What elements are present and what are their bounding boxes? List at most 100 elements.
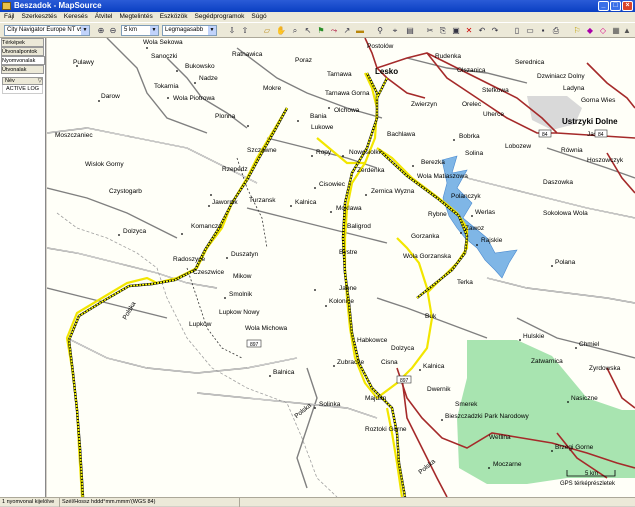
tab-maps[interactable]: Térképek (1, 38, 44, 47)
map-view[interactable]: Wola Sekowa Sanoczki Ratnawica Poraz Tar… (47, 38, 635, 497)
place-label: Szczawne (247, 147, 277, 154)
waypoint-flag-icon[interactable]: ⚐ (572, 26, 582, 36)
place-label: Komancza (191, 223, 222, 230)
zoom-tool-icon[interactable]: ⌕ (290, 26, 300, 36)
new-file-icon[interactable]: ▯ (512, 26, 522, 36)
place-label: Tarnawa Gorna (325, 90, 370, 97)
print-icon[interactable]: ⎙ (551, 26, 561, 36)
chevron-down-icon: ▼ (208, 26, 216, 35)
place-label: Nowosiolki (349, 149, 380, 156)
menu-help[interactable]: Súgó (251, 12, 266, 22)
place-label: Solina (465, 150, 483, 157)
place-label: Hoszowczyk (587, 157, 624, 164)
place-label: Berezka (421, 159, 445, 166)
delete-icon[interactable]: ✕ (464, 26, 474, 36)
place-label: Ustrzyki Dolne (562, 117, 618, 126)
receive-from-device-icon[interactable]: ⇩ (227, 26, 237, 36)
route-tool-icon[interactable]: ⤳ (329, 26, 339, 36)
map-product-value: City Navigator Europe NT v9 (7, 27, 84, 33)
open-file-icon[interactable]: ▭ (525, 26, 535, 36)
zoom-out-icon[interactable]: ⊖ (108, 26, 118, 36)
paste-icon[interactable]: ▣ (451, 26, 461, 36)
place-label: Wola Piotrowa (173, 95, 215, 102)
place-label: Uherce (483, 111, 504, 118)
place-label: Buk (425, 313, 437, 320)
place-label: Moszczaniec (55, 132, 93, 139)
place-label: Dzwiniacz Dolny (537, 73, 585, 80)
redo-icon[interactable]: ↷ (490, 26, 500, 36)
place-label: Balnica (273, 369, 295, 376)
place-label: Sanoczki (151, 53, 177, 60)
menu-view[interactable]: Megtelintés (119, 12, 152, 22)
detail-level-select[interactable]: Legmagasabb ▼ (162, 25, 217, 36)
place-label: Lesko (375, 67, 398, 76)
copy-icon[interactable]: ⎘ (438, 26, 448, 36)
map-overlay-icon[interactable]: ▦ (611, 26, 621, 36)
menu-transfer[interactable]: Átvitel (95, 12, 113, 22)
minimize-button[interactable]: _ (598, 1, 609, 11)
place-label: Nasiczne (571, 395, 598, 402)
place-label: Cisna (381, 359, 398, 366)
menu-utilities[interactable]: Segédprogramok (195, 12, 245, 22)
place-label: Werlas (475, 209, 496, 216)
binoculars-icon[interactable]: ⚲ (375, 26, 385, 36)
map-canvas[interactable]: Wola Sekowa Sanoczki Ratnawica Poraz Tar… (47, 38, 635, 497)
zoom-level-select[interactable]: 5 km ▼ (121, 25, 159, 36)
place-label: Gorzanka (411, 233, 440, 240)
place-label: Duszatyn (231, 251, 258, 258)
select-tool-icon[interactable]: ↖ (303, 26, 313, 36)
map-product-select[interactable]: City Navigator Europe NT v9 ▼ (4, 25, 90, 36)
tab-waypoints[interactable]: Útvonalpontok (1, 47, 44, 56)
tab-tracks[interactable]: Nyomvonalak (1, 56, 45, 65)
place-label: Mokre (263, 85, 281, 92)
track-icon[interactable]: ◆ (585, 26, 595, 36)
place-label: Bania (310, 113, 327, 120)
place-label: Daszowka (543, 179, 573, 186)
place-label: Tarnawa (327, 71, 352, 78)
list-item[interactable]: ACTIVE LOG (2, 85, 43, 94)
place-label: Wola Matiaszowa (417, 173, 468, 180)
save-icon[interactable]: ▪ (538, 26, 548, 36)
place-label: Habkowce (357, 337, 388, 344)
sort-icon: ▽ (37, 78, 42, 84)
waypoint-tool-icon[interactable]: ⚑ (316, 26, 326, 36)
maximize-button[interactable]: □ (610, 1, 621, 11)
zoom-level-value: 5 km (124, 27, 138, 33)
hand-tool-icon[interactable]: ✋ (276, 26, 286, 36)
route-icon[interactable]: ◇ (598, 26, 608, 36)
place-label: Wola Sekowa (143, 39, 183, 46)
menu-file[interactable]: Fájl (4, 12, 14, 22)
status-bar: 1 nyomvonal kijelölve Szél/Hossz hddd°mm… (0, 497, 635, 507)
cut-icon[interactable]: ✂ (425, 26, 435, 36)
place-label: Rudenka (435, 53, 461, 60)
place-label: Radoszyce (173, 256, 206, 263)
place-label: Bachlawa (387, 131, 416, 138)
place-label: Bystre (339, 249, 358, 256)
menu-bar: Fájl Szerkesztés Keresés Átvitel Megteli… (0, 12, 635, 22)
list-header[interactable]: Név ▽ (2, 77, 43, 85)
place-label: Hulskie (523, 333, 545, 340)
undo-icon[interactable]: ↶ (477, 26, 487, 36)
menu-tools[interactable]: Eszközök (160, 12, 188, 22)
place-label: Wola Michowa (245, 325, 288, 332)
place-label: Turzansk (249, 197, 276, 204)
pointer-tool-icon[interactable]: ↗ (342, 26, 352, 36)
properties-icon[interactable]: ▤ (405, 26, 415, 36)
menu-search[interactable]: Keresés (64, 12, 88, 22)
map-tool-icon[interactable]: ▱ (262, 26, 272, 36)
zoom-in-icon[interactable]: ⊕ (96, 26, 106, 36)
find-places-icon[interactable]: ⌖ (390, 26, 400, 36)
terrain-icon[interactable]: ▲ (622, 26, 632, 36)
send-to-device-icon[interactable]: ⇧ (240, 26, 250, 36)
measure-tool-icon[interactable]: ▬ (355, 26, 365, 36)
tab-routes[interactable]: Útvonalak (1, 65, 44, 74)
place-label: Smolnik (229, 291, 253, 298)
menu-edit[interactable]: Szerkesztés (21, 12, 56, 22)
place-label: Cisowiec (319, 181, 346, 188)
place-label: Bobrka (459, 133, 480, 140)
place-label: Jawornik (212, 199, 238, 206)
place-label: Dolzyca (391, 345, 415, 352)
place-label: Zawoz (465, 225, 484, 232)
close-button[interactable]: × (622, 1, 633, 11)
place-label: Wislok Gorny (85, 161, 124, 168)
